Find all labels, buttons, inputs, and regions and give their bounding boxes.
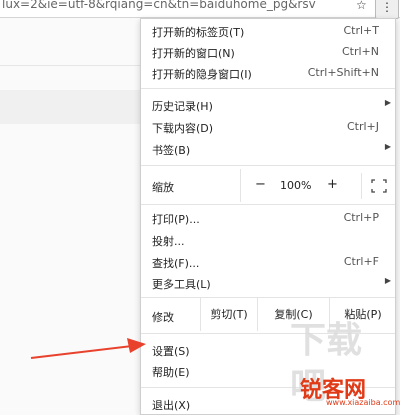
page-highlight-band bbox=[0, 90, 140, 124]
edit-label: 修改 bbox=[152, 311, 174, 324]
address-text: lux=2&ie=utf-8&rqiang=cn&tn=baiduhome_pg… bbox=[2, 0, 316, 11]
menu-item-label: 退出(X) bbox=[152, 399, 191, 412]
zoom-in-button[interactable]: + bbox=[327, 177, 338, 192]
menu-item-print[interactable]: 打印(P)... Ctrl+P bbox=[141, 208, 395, 228]
fullscreen-icon bbox=[371, 179, 387, 193]
bookmark-star-icon[interactable]: ☆ bbox=[356, 0, 367, 12]
menu-item-downloads[interactable]: 下载内容(D) Ctrl+J bbox=[141, 117, 395, 137]
menu-item-label: 设置(S) bbox=[152, 345, 190, 358]
menu-item-label: 投射... bbox=[152, 235, 185, 248]
menu-item-label: 打开新的窗口(N) bbox=[152, 47, 235, 60]
zoom-out-button[interactable]: − bbox=[255, 177, 266, 192]
watermark-logo: 下载吧 bbox=[290, 320, 363, 407]
page-background bbox=[0, 18, 140, 415]
menu-item-history[interactable]: 历史记录(H) ▶ bbox=[141, 95, 395, 115]
menu-item-bookmarks[interactable]: 书签(B) ▶ bbox=[141, 139, 395, 159]
menu-item-label: 书签(B) bbox=[152, 144, 191, 157]
menu-item-label: 帮助(E) bbox=[152, 366, 190, 379]
menu-item-more-tools[interactable]: 更多工具(L) ▶ bbox=[141, 273, 395, 293]
menu-item-shortcut: Ctrl+Shift+N bbox=[307, 66, 379, 79]
page-divider bbox=[0, 65, 140, 66]
menu-item-new-window[interactable]: 打开新的窗口(N) Ctrl+N bbox=[141, 42, 395, 62]
menu-item-shortcut: Ctrl+T bbox=[343, 24, 379, 37]
menu-item-label: 历史记录(H) bbox=[152, 100, 213, 113]
zoom-controls: − 100% + bbox=[240, 169, 396, 202]
menu-separator bbox=[141, 88, 395, 89]
address-bar[interactable]: lux=2&ie=utf-8&rqiang=cn&tn=baiduhome_pg… bbox=[0, 0, 400, 19]
submenu-arrow-icon: ▶ bbox=[384, 276, 391, 285]
menu-item-label: 打开新的标签页(T) bbox=[152, 26, 245, 39]
menu-item-label: 打开新的隐身窗口(I) bbox=[152, 68, 252, 81]
watermark-url: www.xiazaiba.com bbox=[326, 398, 400, 407]
menu-item-find[interactable]: 查找(F)... Ctrl+F bbox=[141, 252, 395, 272]
menu-item-shortcut: Ctrl+P bbox=[343, 211, 379, 224]
menu-item-new-tab[interactable]: 打开新的标签页(T) Ctrl+T bbox=[141, 21, 395, 41]
submenu-arrow-icon: ▶ bbox=[384, 142, 391, 151]
menu-item-cast[interactable]: 投射... bbox=[141, 230, 395, 250]
zoom-level: 100% bbox=[280, 179, 312, 192]
menu-item-label: 查找(F)... bbox=[152, 257, 200, 270]
cut-button[interactable]: 剪切(T) bbox=[200, 298, 257, 331]
menu-item-shortcut: Ctrl+N bbox=[341, 45, 379, 58]
menu-separator bbox=[141, 165, 395, 166]
menu-item-shortcut: Ctrl+F bbox=[343, 255, 379, 268]
menu-separator bbox=[141, 204, 395, 205]
menu-item-label: 下载内容(D) bbox=[152, 122, 214, 135]
menu-item-label: 更多工具(L) bbox=[152, 278, 211, 291]
fullscreen-button[interactable] bbox=[361, 173, 396, 199]
menu-item-shortcut: Ctrl+J bbox=[346, 120, 379, 133]
zoom-label: 缩放 bbox=[152, 181, 174, 194]
submenu-arrow-icon: ▶ bbox=[384, 98, 391, 107]
menu-item-label: 打印(P)... bbox=[152, 213, 200, 226]
zoom-row: 缩放 − 100% + bbox=[141, 169, 395, 203]
menu-item-new-incognito[interactable]: 打开新的隐身窗口(I) Ctrl+Shift+N bbox=[141, 63, 395, 83]
browser-menu-button[interactable]: ⋮ bbox=[375, 0, 399, 19]
more-vert-icon: ⋮ bbox=[381, 0, 393, 14]
